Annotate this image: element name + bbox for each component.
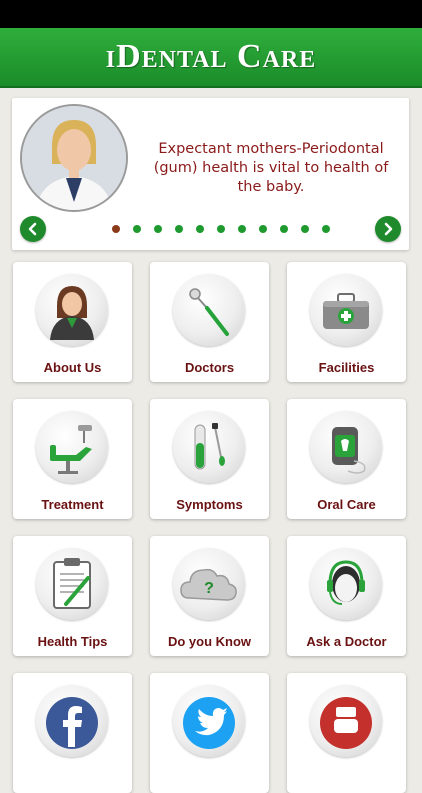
banner-message: Expectant mothers-Periodontal (gum) heal… — [153, 141, 389, 195]
chevron-right-icon — [384, 222, 393, 236]
dental-mirror-icon — [173, 274, 245, 346]
tile-health-tips[interactable]: Health Tips — [13, 536, 132, 656]
test-tube-icon — [173, 411, 245, 483]
person-icon — [36, 274, 108, 346]
tile-label: Doctors — [184, 360, 235, 375]
tile-doctors[interactable]: Doctors — [150, 262, 269, 382]
tile-label: Do you Know — [167, 634, 252, 649]
tile-symptoms[interactable]: Symptoms — [150, 399, 269, 519]
clipboard-icon — [36, 548, 108, 620]
chevron-left-icon — [28, 222, 37, 236]
floss-icon — [310, 411, 382, 483]
tile-oral-care[interactable]: Oral Care — [287, 399, 406, 519]
page-dot[interactable] — [301, 225, 309, 233]
headset-icon — [310, 548, 382, 620]
tile-label: Treatment — [41, 497, 104, 512]
tile-do-you-know[interactable]: ? Do you Know — [150, 536, 269, 656]
next-button[interactable] — [375, 216, 401, 242]
question-cloud-icon: ? — [173, 548, 245, 620]
twitter-icon — [173, 685, 245, 757]
tile-label: Health Tips — [37, 634, 108, 649]
tips-banner[interactable]: Expectant mothers-Periodontal (gum) heal… — [12, 98, 409, 250]
page-dot[interactable] — [259, 225, 267, 233]
tile-label: About Us — [43, 360, 102, 375]
tile-ask-a-doctor[interactable]: Ask a Doctor — [287, 536, 406, 656]
page-dot[interactable] — [322, 225, 330, 233]
tile-label: Symptoms — [176, 497, 243, 512]
tile-label: Facilities — [318, 360, 375, 375]
tile-youtube[interactable] — [287, 673, 406, 793]
youtube-icon — [310, 685, 382, 757]
medical-kit-icon — [310, 274, 382, 346]
page-dot[interactable] — [154, 225, 162, 233]
tile-twitter[interactable] — [150, 673, 269, 793]
page-indicator[interactable] — [112, 225, 330, 233]
tile-facilities[interactable]: Facilities — [287, 262, 406, 382]
page-dot[interactable] — [175, 225, 183, 233]
page-dot[interactable] — [280, 225, 288, 233]
page-dot[interactable] — [112, 225, 120, 233]
prev-button[interactable] — [20, 216, 46, 242]
tile-about-us[interactable]: About Us — [13, 262, 132, 382]
page-dot[interactable] — [217, 225, 225, 233]
tile-treatment[interactable]: Treatment — [13, 399, 132, 519]
facebook-icon — [36, 685, 108, 757]
page-dot[interactable] — [133, 225, 141, 233]
tile-label: Oral Care — [317, 497, 376, 512]
app-header: iDental Care — [0, 28, 422, 88]
tile-label: Ask a Doctor — [306, 634, 387, 649]
page-dot[interactable] — [238, 225, 246, 233]
doctor-avatar — [20, 104, 128, 212]
page-dot[interactable] — [196, 225, 204, 233]
app-title: iDental Care — [105, 38, 317, 75]
tile-facebook[interactable] — [13, 673, 132, 793]
dental-chair-icon — [36, 411, 108, 483]
status-bar — [0, 0, 422, 28]
svg-text:?: ? — [204, 580, 214, 597]
